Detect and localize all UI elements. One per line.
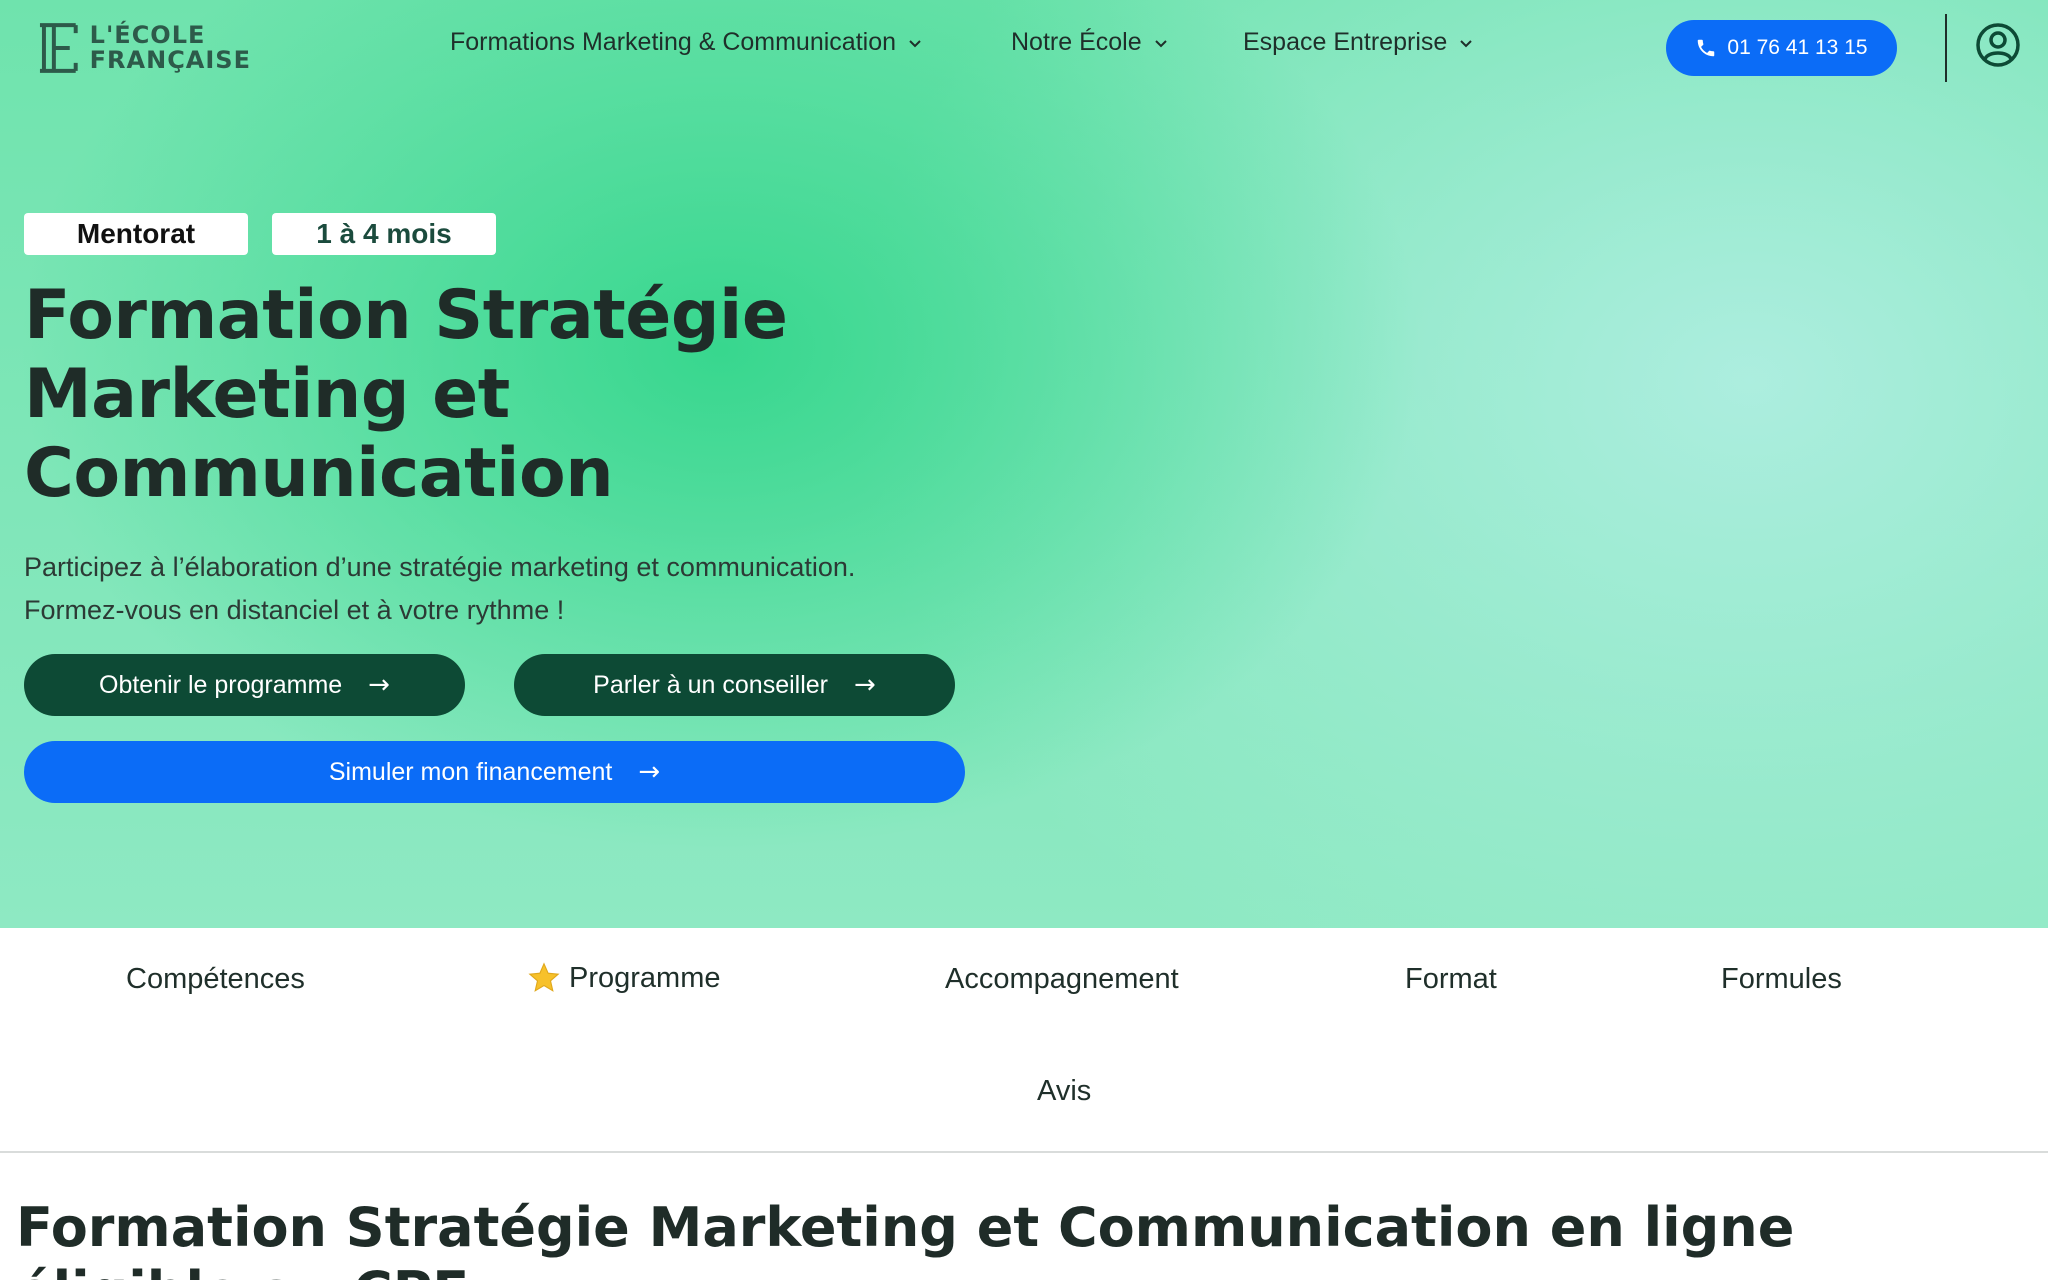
talk-to-advisor-label: Parler à un conseiller: [593, 670, 829, 699]
badge-mentorat: Mentorat: [24, 213, 248, 255]
title-line-2: Marketing et: [24, 355, 510, 434]
simulate-financing-label: Simuler mon financement: [328, 757, 613, 786]
badge-duration: 1 à 4 mois: [272, 213, 496, 255]
nav-espace-entreprise-label: Espace Entreprise: [1243, 28, 1448, 56]
badge-duration-label: 1 à 4 mois: [316, 218, 452, 249]
badge-mentorat-label: Mentorat: [76, 218, 196, 249]
tab-competences-label: Compétences: [126, 963, 305, 995]
phone-icon: [1698, 39, 1715, 57]
title-line-3: Communication: [24, 434, 614, 513]
phone-number: 01 76 41 13 15: [1727, 36, 1868, 59]
subtitle-line-1: Participez à l’élaboration d’une stratég…: [24, 552, 856, 582]
nav-espace-entreprise[interactable]: Espace Entreprise: [1243, 28, 1475, 57]
tab-accompagnement-label: Accompagnement: [945, 963, 1179, 995]
talk-to-advisor-button[interactable]: Parler à un conseiller →: [514, 654, 955, 716]
tab-avis-label: Avis: [1037, 1075, 1092, 1107]
school-logo[interactable]: L'ÉCOLE FRANÇAISE: [36, 20, 251, 76]
logo-line-2: FRANÇAISE: [89, 46, 251, 74]
logo-line-1: L'ÉCOLE: [89, 21, 206, 49]
section-title: Formation Stratégie Marketing et Communi…: [16, 1196, 1795, 1280]
arrow-right-icon: →: [638, 757, 661, 787]
tab-format[interactable]: Format: [1405, 963, 1497, 996]
tab-programme[interactable]: Programme: [527, 961, 721, 995]
header-divider: [1945, 14, 1947, 82]
nav-formations[interactable]: Formations Marketing & Communication: [450, 28, 924, 57]
page-title: Formation Stratégie Marketing et Communi…: [24, 276, 924, 513]
subtitle-line-2: Formez-vous en distanciel et à votre ryt…: [24, 595, 565, 625]
nav-formations-label: Formations Marketing & Communication: [450, 28, 896, 56]
title-line-1: Formation Stratégie: [24, 276, 788, 355]
tab-format-label: Format: [1405, 963, 1497, 995]
chevron-down-icon: [909, 39, 921, 47]
user-account-icon[interactable]: [1975, 22, 2021, 68]
chevron-down-icon: [1460, 39, 1472, 47]
get-program-label: Obtenir le programme: [99, 670, 343, 699]
hero-subtitle: Participez à l’élaboration d’une stratég…: [24, 546, 1004, 632]
star-icon: [528, 962, 560, 992]
arrow-right-icon: →: [854, 670, 876, 700]
simulate-financing-button[interactable]: Simuler mon financement →: [24, 741, 965, 803]
nav-notre-ecole-label: Notre École: [1011, 28, 1142, 56]
logo-wordmark: L'ÉCOLE FRANÇAISE: [90, 23, 251, 73]
phone-call-button[interactable]: 01 76 41 13 15: [1666, 20, 1897, 76]
tab-avis[interactable]: Avis: [1037, 1075, 1091, 1108]
tab-formules[interactable]: Formules: [1721, 963, 1842, 996]
tabs-divider: [0, 1151, 2048, 1153]
chevron-down-icon: [1154, 39, 1167, 47]
logo-monogram-icon: [39, 23, 78, 73]
nav-notre-ecole[interactable]: Notre École: [1011, 28, 1170, 57]
tab-competences[interactable]: Compétences: [126, 963, 305, 996]
get-program-button[interactable]: Obtenir le programme →: [24, 654, 465, 716]
arrow-right-icon: →: [368, 670, 390, 700]
tab-accompagnement[interactable]: Accompagnement: [945, 963, 1179, 996]
tab-programme-label: Programme: [569, 961, 721, 994]
tab-formules-label: Formules: [1721, 963, 1842, 995]
